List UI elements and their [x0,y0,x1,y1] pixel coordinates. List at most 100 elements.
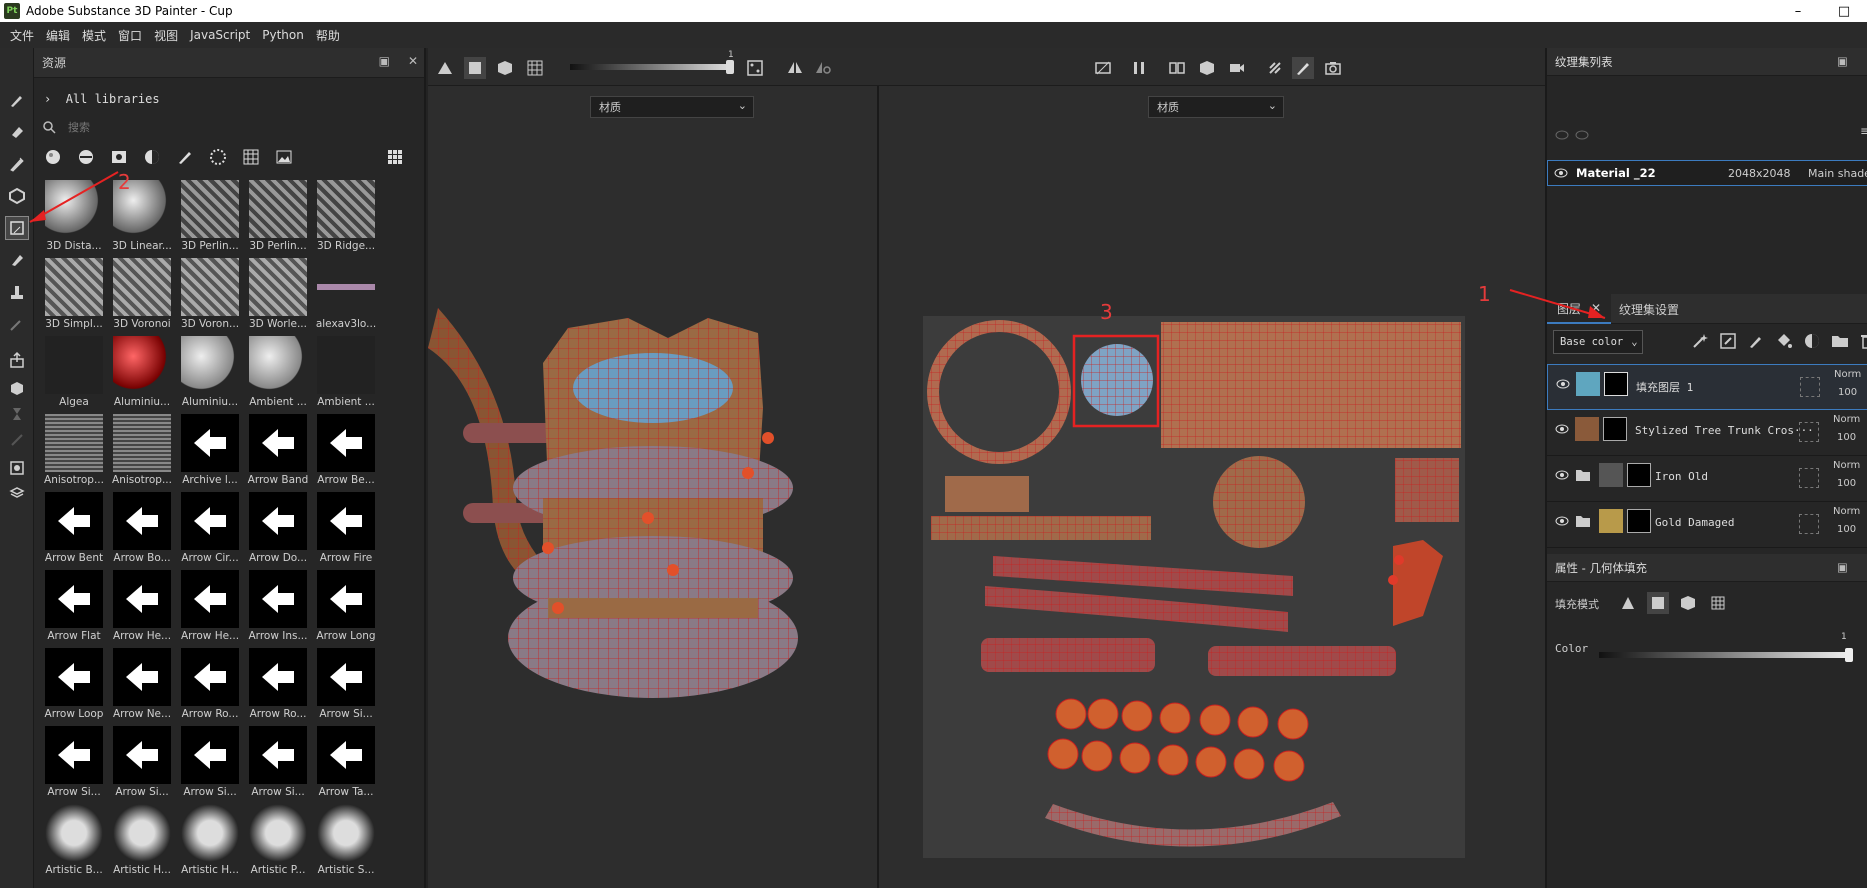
asset-tile[interactable]: Arrow Ta... [314,726,378,804]
layer-blend-mode[interactable]: Norm [1834,369,1861,380]
folder-row[interactable]: Iron Old Norm 100 [1547,456,1867,502]
material-filter-icon[interactable] [42,147,64,167]
close-icon[interactable]: ✕ [408,54,418,68]
eye-icon[interactable] [1555,470,1569,480]
triangle-fill-icon[interactable] [434,57,456,79]
eye-icon[interactable] [1556,379,1570,389]
asset-tile[interactable]: Arrow He... [178,570,242,648]
hourglass-icon[interactable] [5,402,29,426]
layer-blend-mode[interactable]: Norm [1833,414,1860,425]
menu-help[interactable]: 帮助 [316,27,340,44]
asset-tile[interactable]: Arrow Cir... [178,492,242,570]
tab-layers[interactable]: 图层 ✕ [1547,294,1611,324]
texture-set-row[interactable]: Material _22 2048x2048 Main shade [1547,160,1867,186]
asset-tile[interactable]: Arrow Ro... [246,648,310,726]
asset-tile[interactable]: Aluminiu... [178,336,242,414]
screenshot-icon[interactable] [1322,57,1344,79]
display-settings-icon[interactable] [5,456,29,480]
texture-filter-icon[interactable] [240,147,262,167]
asset-tile[interactable]: Arrow Si... [314,648,378,726]
asset-tile[interactable]: Arrow Fire [314,492,378,570]
mask-thumbnail[interactable] [1603,417,1627,441]
asset-tile[interactable]: Algea [42,336,106,414]
asset-tile[interactable]: alexav3lo... [314,258,378,336]
smart-material-filter-icon[interactable] [75,147,97,167]
asset-tile[interactable]: Arrow Si... [246,726,310,804]
undock-icon[interactable]: ▣ [1837,54,1848,68]
brightness-slider-handle[interactable] [726,60,734,74]
export-icon[interactable] [5,348,29,372]
color-picker-icon[interactable] [5,312,29,336]
particle-filter-icon[interactable] [207,147,229,167]
polygon-fill-icon[interactable] [1647,592,1669,614]
right-view-material-select[interactable]: 材质 ⌄ [1148,96,1284,118]
eye-icon[interactable] [1555,516,1569,526]
object-view-icon[interactable] [1196,57,1218,79]
asset-tile[interactable]: 3D Simpl... [42,258,106,336]
asset-tile[interactable]: Arrow Si... [110,726,174,804]
undock-icon[interactable]: ▣ [1837,560,1848,574]
menu-window[interactable]: 窗口 [118,27,142,44]
menu-javascript[interactable]: JavaScript [190,28,250,42]
asset-tile[interactable]: Arrow Loop [42,648,106,726]
asset-tile[interactable]: Arrow Si... [42,726,106,804]
layer-opacity[interactable]: 100 [1837,478,1856,489]
minimize-button[interactable]: – [1775,0,1821,22]
add-paint-layer-icon[interactable] [1747,332,1765,350]
menu-view[interactable]: 视图 [154,27,178,44]
delete-layer-icon[interactable] [1859,332,1867,350]
asset-tile[interactable]: Artistic B... [42,804,106,882]
link-icon[interactable] [5,428,29,452]
tab-texture-set-settings[interactable]: 纹理集设置 [1619,301,1679,318]
eye-icon[interactable] [1555,424,1569,434]
layer-opacity[interactable]: 100 [1838,387,1857,398]
solo-view-icon[interactable] [1092,57,1114,79]
close-icon[interactable]: ✕ [1591,301,1601,315]
add-folder-icon[interactable] [1831,332,1849,350]
asset-tile[interactable]: Arrow Do... [246,492,310,570]
smudge-icon[interactable] [5,248,29,272]
asset-tile[interactable]: Artistic H... [178,804,242,882]
asset-tile[interactable]: Ambient ... [314,336,378,414]
asset-tile[interactable]: Arrow Ne... [110,648,174,726]
clone-stamp-icon[interactable] [5,280,29,304]
bake-icon[interactable] [5,376,29,400]
left-view-material-select[interactable]: 材质 ⌄ [590,96,754,118]
asset-tile[interactable]: 3D Worle... [246,258,310,336]
menu-file[interactable]: 文件 [10,27,34,44]
mask-thumbnail[interactable] [1627,463,1651,487]
eraser-icon[interactable] [5,120,29,144]
asset-tile[interactable]: Anisotrop... [42,414,106,492]
mask-filter-icon[interactable] [108,147,130,167]
asset-tile[interactable]: Arrow Bo... [110,492,174,570]
viewport[interactable]: 1 材质 ⌄ 材质 ⌄ 3 [428,48,1545,888]
asset-tile[interactable]: 3D Ridge... [314,180,378,258]
eye-icon[interactable] [1554,168,1568,178]
grid-view-icon[interactable] [384,147,406,167]
triangle-fill-icon[interactable] [1617,592,1639,614]
paint-mode-icon[interactable] [1292,57,1314,79]
add-fill-layer-icon[interactable] [1775,332,1793,350]
viewport-divider[interactable] [877,86,879,888]
asset-tile[interactable]: Arrow Long [314,570,378,648]
geometry-mask-icon[interactable] [5,184,29,208]
asset-tile[interactable]: 3D Perlin... [246,180,310,258]
asset-tile[interactable]: Artistic P... [246,804,310,882]
asset-tile[interactable]: Artistic H... [110,804,174,882]
search-input[interactable]: 搜索 [42,116,414,138]
object-fill-icon[interactable] [1677,592,1699,614]
filter-icon[interactable] [141,147,163,167]
environment-filter-icon[interactable] [273,147,295,167]
add-mask-icon[interactable] [1719,332,1737,350]
asset-tile[interactable]: Arrow Bent [42,492,106,570]
layer-blend-mode[interactable]: Norm [1833,506,1860,517]
maximize-button[interactable]: □ [1821,0,1867,22]
brush-filter-icon[interactable] [174,147,196,167]
asset-tile[interactable]: 3D Voron... [178,258,242,336]
library-selector[interactable]: › All libraries [44,92,160,106]
asset-tile[interactable]: Aluminiu... [110,336,174,414]
asset-tile[interactable]: Arrow Flat [42,570,106,648]
color-slider-handle[interactable] [1845,648,1853,662]
menu-edit[interactable]: 编辑 [46,27,70,44]
photo-mode-icon[interactable] [1264,57,1286,79]
